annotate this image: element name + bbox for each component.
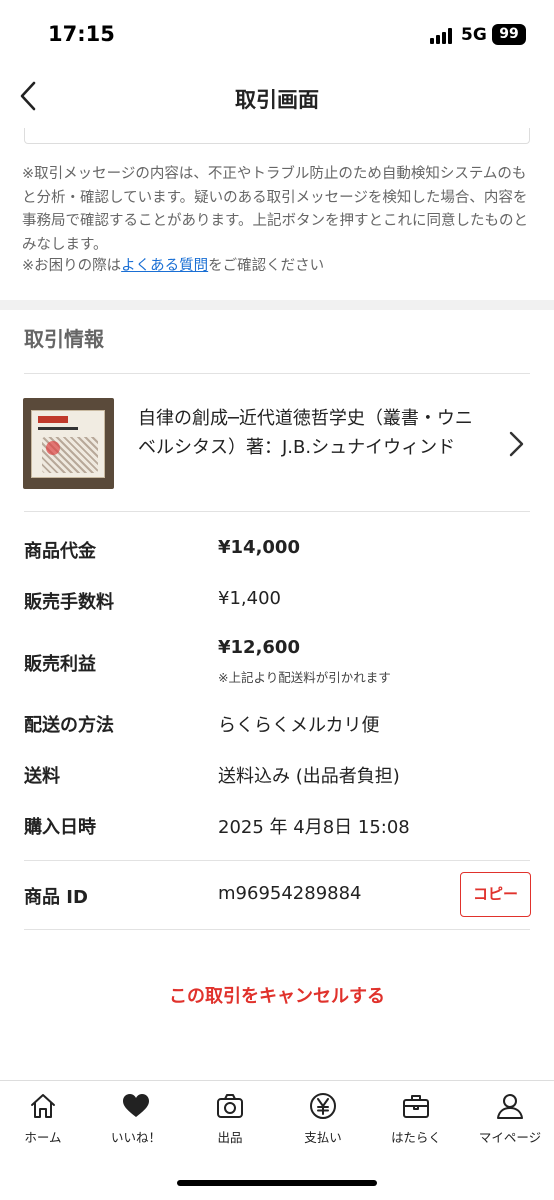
divider — [24, 860, 530, 861]
item-row[interactable]: 自律の創成─近代道徳哲学史（叢書・ウニベルシタス）著：J.B.シュナイウィンド — [0, 378, 554, 508]
section-title: 取引情報 — [24, 327, 104, 351]
tab-label: はたらく — [391, 1130, 441, 1145]
tab-label: 支払い — [304, 1130, 342, 1145]
status-time: 17:15 — [48, 22, 115, 46]
tab-payment[interactable]: 支払い — [277, 1091, 369, 1151]
profit-value: ¥12,600 — [218, 637, 300, 658]
tab-label: ホーム — [24, 1130, 62, 1145]
battery-icon: 99 — [492, 24, 526, 45]
tab-work[interactable]: はたらく — [370, 1091, 462, 1151]
tab-sell[interactable]: 出品 — [184, 1091, 276, 1151]
divider — [24, 929, 530, 930]
profit-label: 販売利益 — [24, 654, 96, 675]
help-suffix: をご確認ください — [208, 258, 325, 274]
tab-label: マイページ — [478, 1130, 542, 1145]
item-id-label: 商品 ID — [24, 887, 88, 908]
yen-icon — [310, 1093, 336, 1119]
signal-icon — [430, 28, 456, 44]
section-divider — [0, 300, 554, 310]
shipping-fee-value: 送料込み (出品者負担) — [218, 766, 400, 787]
profit-note: ※上記より配送料が引かれます — [218, 670, 391, 685]
item-thumbnail — [23, 398, 114, 489]
shipping-method-label: 配送の方法 — [24, 715, 114, 736]
fee-value: ¥1,400 — [218, 588, 281, 609]
copy-button[interactable]: コピー — [460, 872, 531, 917]
cancel-transaction-button[interactable]: この取引をキャンセルする — [0, 982, 554, 1008]
camera-icon — [217, 1094, 243, 1118]
tab-likes[interactable]: いいね！ — [90, 1091, 182, 1151]
shipping-method-value: らくらくメルカリ便 — [218, 715, 380, 736]
purchase-date-label: 購入日時 — [24, 817, 96, 838]
heart-icon — [123, 1094, 149, 1117]
price-value: ¥14,000 — [218, 537, 300, 558]
message-input-box[interactable] — [24, 128, 530, 144]
tab-mypage[interactable]: マイページ — [464, 1091, 554, 1151]
status-bar: 17:15 5G 99 — [0, 0, 554, 64]
tab-label: いいね！ — [110, 1130, 161, 1145]
tab-label: 出品 — [217, 1130, 243, 1145]
item-id-value: m96954289884 — [218, 883, 362, 904]
help-notice: ※お困りの際はよくある質問をご確認ください — [22, 255, 532, 278]
page-title: 取引画面 — [235, 88, 319, 112]
price-label: 商品代金 — [24, 541, 96, 562]
tab-home[interactable]: ホーム — [0, 1091, 89, 1151]
briefcase-icon — [403, 1095, 429, 1118]
divider — [24, 511, 530, 512]
nav-bar: 取引画面 — [0, 64, 554, 130]
fee-label: 販売手数料 — [24, 592, 114, 613]
divider — [24, 373, 530, 374]
chevron-right-icon — [509, 431, 524, 457]
item-title: 自律の創成─近代道徳哲学史（叢書・ウニベルシタス）著：J.B.シュナイウィンド — [138, 408, 473, 458]
home-icon — [31, 1094, 55, 1118]
purchase-date-value: 2025 年 4月8日 15:08 — [218, 817, 410, 838]
notice-text: ※取引メッセージの内容は、不正やトラブル防止のため自動検知システムのもと分析・確… — [22, 166, 529, 253]
network-type: 5G — [461, 25, 487, 45]
faq-link[interactable]: よくある質問 — [121, 258, 208, 274]
person-icon — [497, 1094, 523, 1119]
shipping-fee-label: 送料 — [24, 766, 60, 787]
home-indicator — [177, 1180, 377, 1186]
help-prefix: ※お困りの際は — [22, 258, 122, 274]
